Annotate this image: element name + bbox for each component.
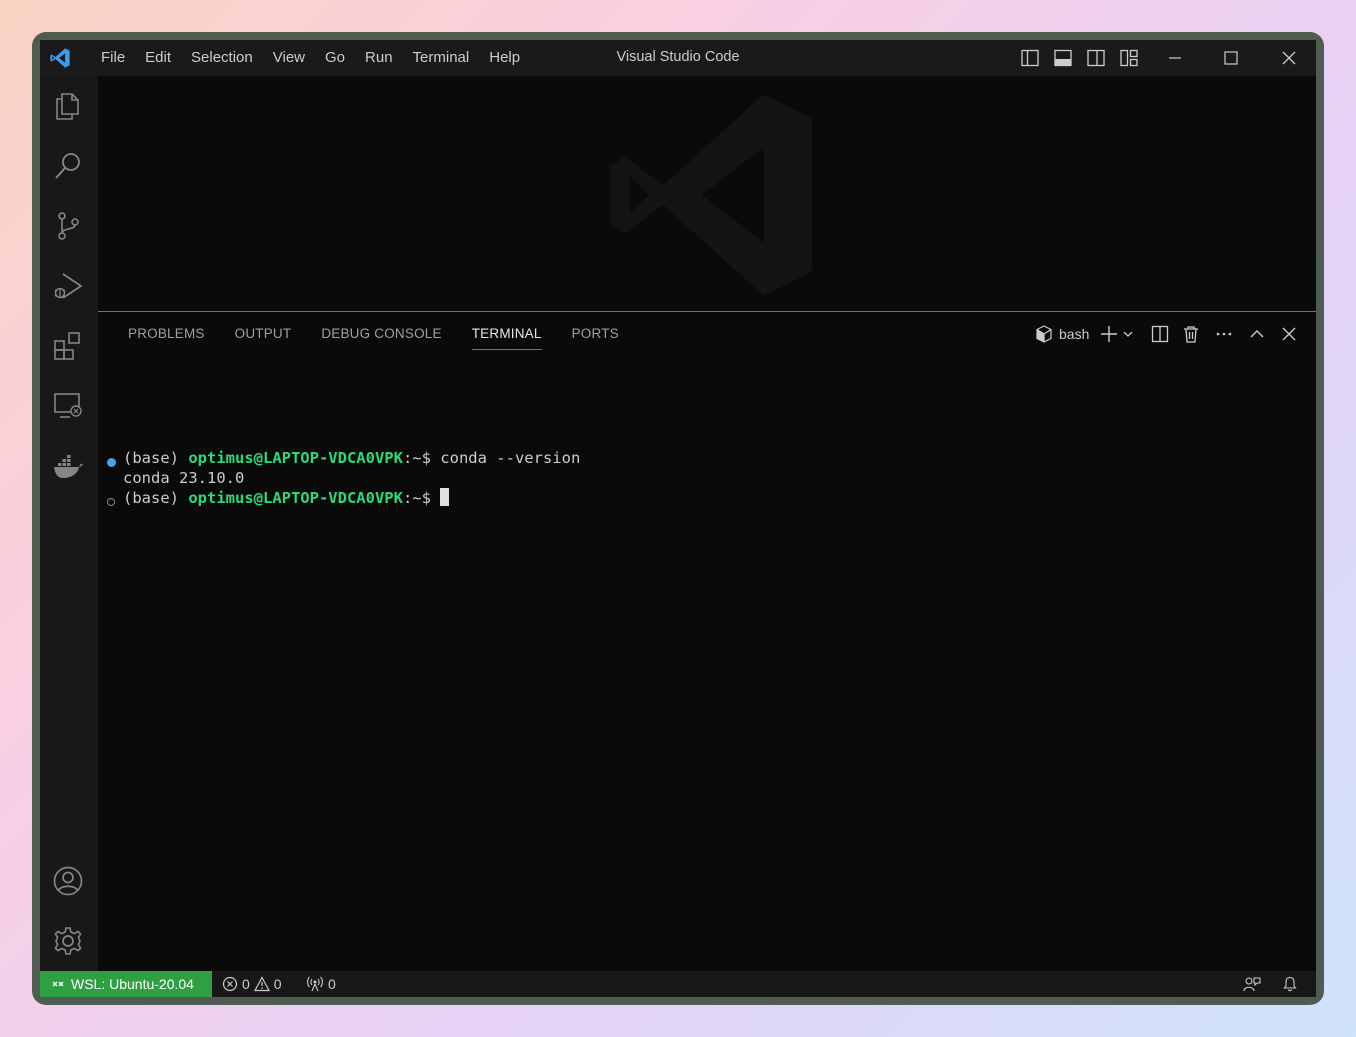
minimize-icon [1169,57,1181,59]
menu-run[interactable]: Run [355,40,403,76]
kill-terminal-trash-icon[interactable] [1181,324,1201,344]
menu-go[interactable]: Go [315,40,355,76]
terminal-shell-icon [1036,325,1052,343]
explorer-icon[interactable] [52,90,84,122]
warning-count: 0 [273,976,282,992]
command-success-dot[interactable] [107,458,116,467]
prompt-path: :~$ [402,449,441,467]
broadcast-icon [307,976,323,992]
terminal-output-line: conda 23.10.0 [123,469,245,487]
close-panel-icon[interactable] [1279,324,1299,344]
window-content: File Edit Selection View Go Run Terminal… [40,40,1316,997]
tab-terminal[interactable]: TERMINAL [457,312,557,356]
search-icon[interactable] [52,150,84,182]
more-actions-ellipsis-icon[interactable] [1214,324,1234,344]
problems-status-button[interactable]: 0 0 [222,971,282,997]
error-icon [222,976,238,992]
conda-env-prefix: (base) [123,449,189,467]
vscode-watermark-icon [610,94,812,296]
tab-problems[interactable]: PROBLEMS [113,312,220,356]
toggle-primary-sidebar-icon[interactable] [1020,48,1040,68]
terminal-shell-name[interactable]: bash [1059,324,1089,344]
docker-icon[interactable] [52,450,84,482]
terminal-dropdown-chevron-icon[interactable] [1121,324,1135,344]
command-pending-dot[interactable] [107,498,115,506]
new-terminal-plus-icon[interactable] [1099,324,1119,344]
customize-layout-icon[interactable] [1119,48,1139,68]
accounts-feedback-icon[interactable] [1243,976,1261,992]
remote-label: WSL: Ubuntu-20.04 [71,976,194,992]
layout-controls [1020,48,1152,68]
tab-ports[interactable]: PORTS [557,312,634,356]
source-control-icon[interactable] [52,210,84,242]
terminal-cursor [440,488,450,506]
minimize-button[interactable] [1150,40,1200,76]
remote-connection-icon [52,981,64,987]
terminal-command: conda --version [440,449,581,467]
toggle-secondary-sidebar-icon[interactable] [1086,48,1106,68]
error-count: 0 [242,976,250,992]
vscode-window: File Edit Selection View Go Run Terminal… [32,32,1324,1005]
panel-tabs: PROBLEMS OUTPUT DEBUG CONSOLE TERMINAL P… [113,312,634,356]
manage-gear-icon[interactable] [52,925,84,957]
bottom-panel: PROBLEMS OUTPUT DEBUG CONSOLE TERMINAL P… [98,311,1316,972]
toggle-panel-icon[interactable] [1053,48,1073,68]
split-terminal-icon[interactable] [1150,324,1170,344]
tab-output[interactable]: OUTPUT [220,312,307,356]
prompt-path: :~$ [402,489,441,507]
terminal-prompt-line: (base) optimus@LAPTOP-VDCA0VPK:~$ [123,488,450,508]
accounts-icon[interactable] [52,865,84,897]
vscode-logo-icon [50,48,70,68]
prompt-user-host: optimus@LAPTOP-VDCA0VPK [188,489,403,507]
warning-icon [253,976,270,992]
ports-status-button[interactable]: 0 [306,971,336,997]
ports-count: 0 [328,976,336,992]
conda-env-prefix: (base) [123,489,189,507]
title-bar: File Edit Selection View Go Run Terminal… [40,40,1316,76]
menu-view[interactable]: View [263,40,315,76]
remote-explorer-icon[interactable] [52,390,84,422]
remote-indicator-button[interactable]: WSL: Ubuntu-20.04 [40,971,212,997]
status-bar: WSL: Ubuntu-20.04 0 0 0 [40,971,1316,997]
maximize-panel-chevron-up-icon[interactable] [1247,324,1267,344]
prompt-user-host: optimus@LAPTOP-VDCA0VPK [188,449,403,467]
run-debug-icon[interactable] [52,270,84,302]
terminal-line: (base) optimus@LAPTOP-VDCA0VPK:~$ conda … [123,448,580,468]
close-window-button[interactable] [1264,40,1314,76]
close-icon [1282,51,1296,65]
tab-debug-console[interactable]: DEBUG CONSOLE [306,312,456,356]
maximize-icon [1224,51,1238,65]
menu-edit[interactable]: Edit [135,40,181,76]
menu-terminal[interactable]: Terminal [403,40,480,76]
menu-help[interactable]: Help [479,40,530,76]
extensions-icon[interactable] [52,330,84,362]
activity-bar: 1 [40,76,98,994]
editor-area [98,76,1316,311]
menu-file[interactable]: File [91,40,135,76]
notifications-bell-icon[interactable] [1282,976,1298,992]
maximize-button[interactable] [1206,40,1256,76]
menu-selection[interactable]: Selection [181,40,263,76]
menu-bar: File Edit Selection View Go Run Terminal… [91,40,530,76]
